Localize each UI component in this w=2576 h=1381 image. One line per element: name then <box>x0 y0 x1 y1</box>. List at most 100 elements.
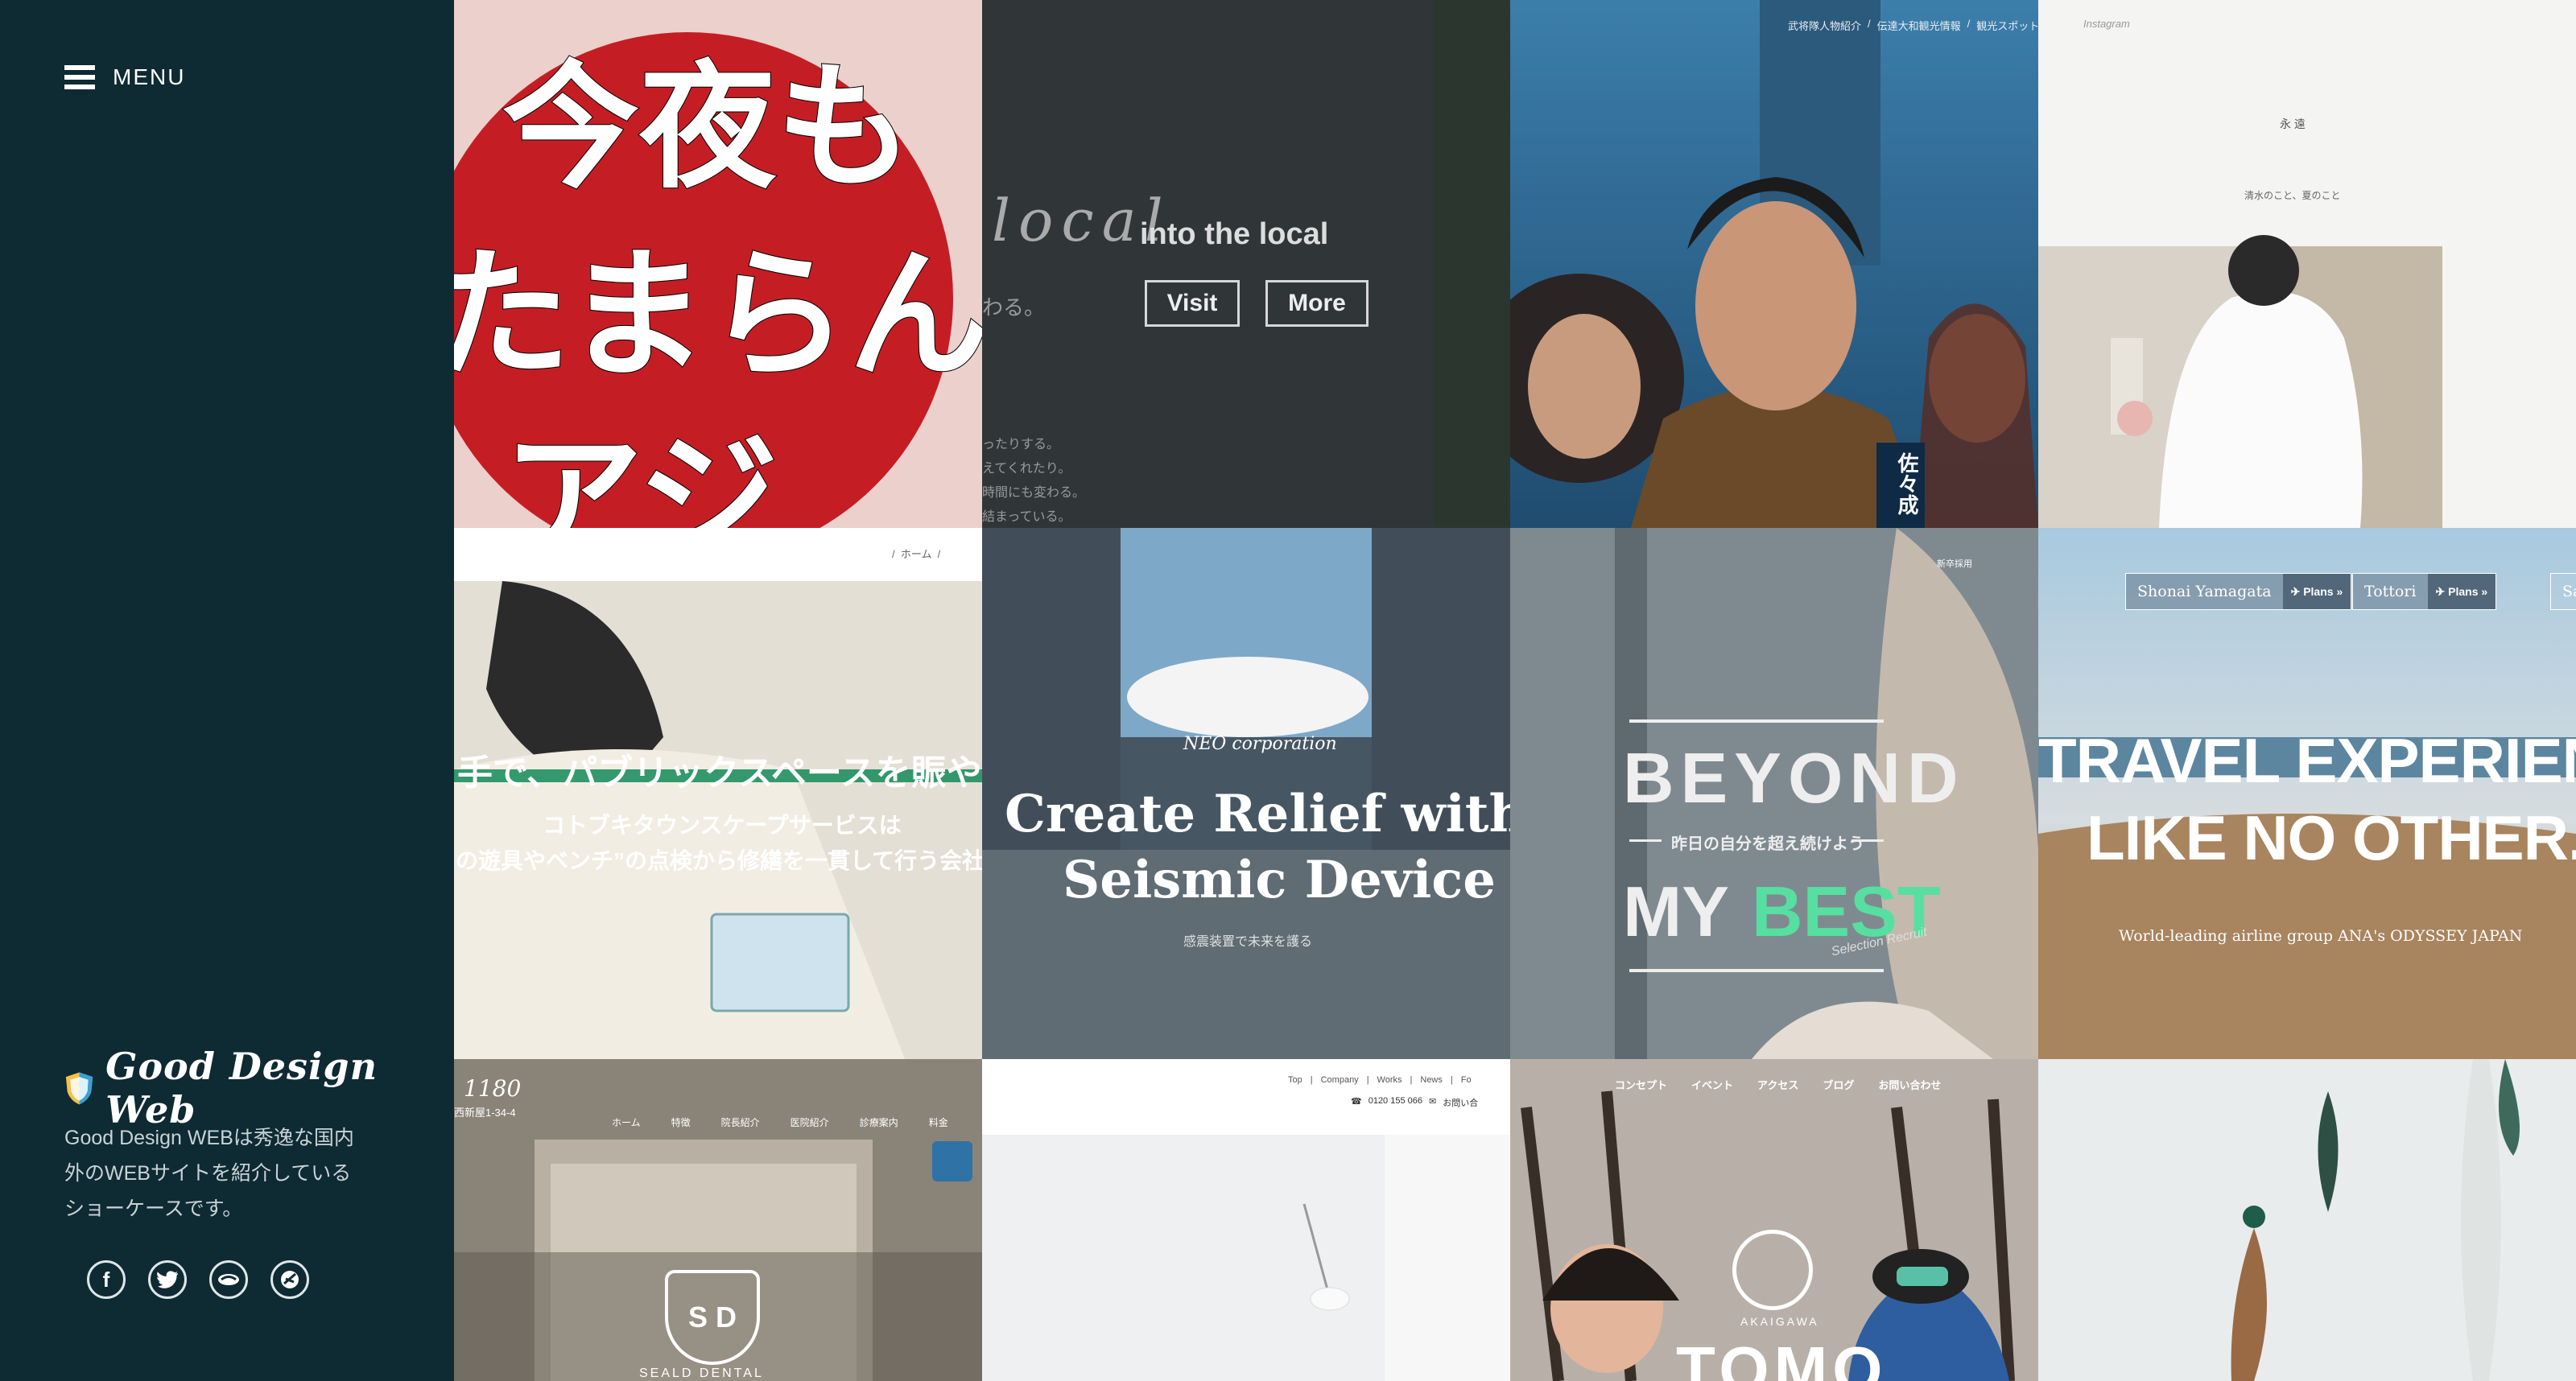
tile10-nav-item[interactable]: Works <box>1377 1075 1402 1085</box>
menu-button[interactable]: MENU <box>64 61 185 93</box>
tile3-name-badge: 佐々成 <box>1895 452 1919 515</box>
tile9-nav-item[interactable]: 料金 <box>929 1115 948 1129</box>
tile11-nav-item[interactable]: アクセス <box>1757 1077 1798 1092</box>
tile5-breadcrumb: / ホーム / <box>892 548 941 560</box>
tile10-nav: Top | Company | Works | News | Fo <box>1288 1075 1472 1085</box>
tile3-nav-item[interactable]: 伝達大和観光情報 <box>1877 18 1961 33</box>
tile9-nav-item[interactable]: ホーム <box>612 1115 641 1129</box>
showcase-tile-12[interactable] <box>2038 1059 2576 1381</box>
plans-button[interactable]: ✈ Plans » <box>2282 574 2351 609</box>
tile7-rule-left <box>1629 839 1662 842</box>
samurai-photo-placeholder <box>1510 0 2038 528</box>
tile7-nav[interactable]: 新卒採用 <box>1937 557 1972 570</box>
tile9-nav: ホーム 特徴 院長紹介 医院紹介 診療案内 料金 <box>612 1115 948 1129</box>
tile1-line3: アジェ! <box>502 418 779 528</box>
site-tagline: Good Design WEBは秀逸な国内外のWEBサイトを紹介しているショーケ… <box>64 1127 354 1220</box>
tile3-nav-item[interactable]: 武将隊人物紹介 <box>1788 18 1861 33</box>
tile11-nav-item[interactable]: イベント <box>1691 1077 1733 1092</box>
tile11-brand-sub: AKAIGAWA <box>1740 1315 1819 1328</box>
showcase-tile-9[interactable]: 1180 西新屋1-34-4 ホーム 特徴 院長紹介 医院紹介 診療案内 料金 … <box>454 1059 982 1381</box>
showcase-tile-8[interactable]: Shonai Yamagata ✈ Plans » Tottori ✈ Plan… <box>2038 528 2576 1059</box>
tile9-nav-item[interactable]: 診療案内 <box>860 1115 898 1129</box>
tile4-instagram-link[interactable]: Instagram <box>2083 18 2130 30</box>
feedly-glyph <box>218 1274 239 1285</box>
showcase-tile-2[interactable]: local into the local わる。 Visit More ったりす… <box>982 0 1510 528</box>
tile10-mail[interactable]: お問い合 <box>1443 1096 1478 1109</box>
tile8-sub: World-leading airline group ANA's ODYSSE… <box>2119 927 2523 945</box>
visit-button[interactable]: Visit <box>1145 280 1240 327</box>
tile11-nav-item[interactable]: コンセプト <box>1615 1077 1667 1092</box>
tile1-line2: たまらん <box>454 233 982 398</box>
more-button[interactable]: More <box>1265 280 1368 327</box>
tile4-photo-placeholder <box>2038 0 2576 528</box>
plans-label: Plans <box>2303 585 2334 598</box>
tile3-nav: 武将隊人物紹介 / 伝達大和観光情報 / 観光スポット <box>1788 18 2038 33</box>
neo-logo: NEO corporation <box>1183 734 1337 754</box>
tile7-rule-top <box>1629 719 1884 723</box>
tile8-title1: TRAVEL EXPERIENC <box>2038 725 2576 796</box>
mail-icon: ✉ <box>1429 1097 1437 1107</box>
tile2-body-line: 結まっている。 <box>982 510 1071 524</box>
feedly-icon[interactable] <box>209 1260 248 1299</box>
tile7-title1: BEYOND <box>1623 738 1965 818</box>
tab-shonai-yamagata[interactable]: Shonai Yamagata <box>2126 574 2283 609</box>
tile1-line1: 今夜も <box>502 47 914 208</box>
showcase-tile-6[interactable]: NEO corporation Create Relief with a Sei… <box>982 528 1510 1059</box>
tile9-number: 1180 <box>464 1075 522 1102</box>
tile2-body-line: ったりする。 <box>982 438 1060 451</box>
tile8-tab[interactable]: Sa <box>2550 573 2576 610</box>
tile11-nav-item[interactable]: お問い合わせ <box>1878 1077 1941 1092</box>
tile8-tab[interactable]: Tottori ✈ Plans » <box>2352 573 2497 610</box>
showcase-tile-1[interactable]: 今夜も たまらん アジェ! <box>454 0 982 528</box>
sidebar: MENU Good Design Web Good Design WEBは秀逸な… <box>0 0 454 1381</box>
tile8-tab[interactable]: Shonai Yamagata ✈ Plans » <box>2125 573 2352 610</box>
tile4-sub: 清水のこと、夏のこと <box>2244 190 2341 201</box>
tile9-nav-item[interactable]: 特徴 <box>671 1115 691 1129</box>
showcase-tile-3[interactable]: 武将隊人物紹介 / 伝達大和観光情報 / 観光スポット 佐々成 <box>1510 0 2038 528</box>
facebook-icon[interactable]: f <box>87 1260 126 1299</box>
tile4-heading: 永 遠 <box>2280 117 2306 130</box>
twitter-icon[interactable] <box>148 1260 187 1299</box>
tile10-phone[interactable]: 0120 155 066 <box>1368 1096 1422 1109</box>
showcase-tile-5[interactable]: / ホーム / 手で、パブリックスペースを賑やか コトブキタウンスケープサービス… <box>454 528 982 1059</box>
tile6-title1: Create Relief with a <box>1005 784 1510 844</box>
twitter-bird-glyph <box>157 1271 178 1288</box>
tile10-nav-item[interactable]: Top <box>1288 1075 1302 1085</box>
showcase-tile-11[interactable]: コンセプト イベント アクセス ブログ お問い合わせ AKAIGAWA TOMO <box>1510 1059 2038 1381</box>
tile10-nav-item[interactable]: News <box>1420 1075 1443 1085</box>
tile9-nav-item[interactable]: 医院紹介 <box>791 1115 829 1129</box>
site-logo[interactable]: Good Design Web <box>64 1045 454 1132</box>
tile8-title2: LIKE NO OTHER. <box>2087 802 2576 873</box>
tile7-rule-bottom <box>1629 969 1884 972</box>
tile9-nav-item[interactable]: 院長紹介 <box>721 1115 760 1129</box>
tile10-nav-item[interactable]: Fo <box>1461 1075 1472 1085</box>
tab-tottori[interactable]: Tottori <box>2353 574 2428 609</box>
tile2-sub: わる。 <box>982 295 1046 319</box>
showcase-tile-4[interactable]: Instagram 永 遠 清水のこと、夏のこと <box>2038 0 2576 528</box>
tomo-logo-mark <box>1732 1230 1813 1310</box>
tile10-nav-sep: | <box>1410 1075 1413 1085</box>
tile2-body: ったりする。 えてくれたり。 時間にも変わる。 結まっている。 <box>982 433 1085 528</box>
tile3-nav-sep: / <box>1967 18 1971 30</box>
dental-logo: S D <box>665 1270 760 1365</box>
showcase-tile-10[interactable]: Top | Company | Works | News | Fo ☎ 0120 155… <box>982 1059 1510 1381</box>
tile7-rule-right <box>1852 839 1884 842</box>
showcase-tile-7[interactable]: 新卒採用 BEYOND 昨日の自分を超え続けよう MY BEST Selecti… <box>1510 528 2038 1059</box>
craft-objects-photo-placeholder <box>2038 1059 2576 1381</box>
tile11-brand: TOMO <box>1676 1334 1888 1381</box>
plans-label: Plans <box>2448 585 2479 598</box>
tile11-nav-item[interactable]: ブログ <box>1823 1077 1854 1092</box>
tile5-sub1: コトブキタウンスケープサービスは <box>543 813 902 838</box>
tile2-body-line: えてくれたり。 <box>982 462 1071 476</box>
tile3-nav-item[interactable]: 観光スポット <box>1976 18 2038 33</box>
dribbble-glyph <box>281 1271 299 1288</box>
tile6-sub: 感震装置で未来を護る <box>1183 935 1313 949</box>
tile5-sub2: の遊具やベンチ”の点検から修繕を一貫して行う会社 <box>456 848 982 873</box>
tile9-address: 西新屋1-34-4 <box>454 1107 516 1119</box>
tile10-nav-item[interactable]: Company <box>1321 1075 1359 1085</box>
dribbble-icon[interactable] <box>270 1260 309 1299</box>
tile6-title2: Seismic Device <box>1063 850 1496 910</box>
facebook-glyph: f <box>102 1267 110 1292</box>
plans-button[interactable]: ✈ Plans » <box>2427 574 2496 609</box>
hamburger-icon <box>64 65 95 89</box>
